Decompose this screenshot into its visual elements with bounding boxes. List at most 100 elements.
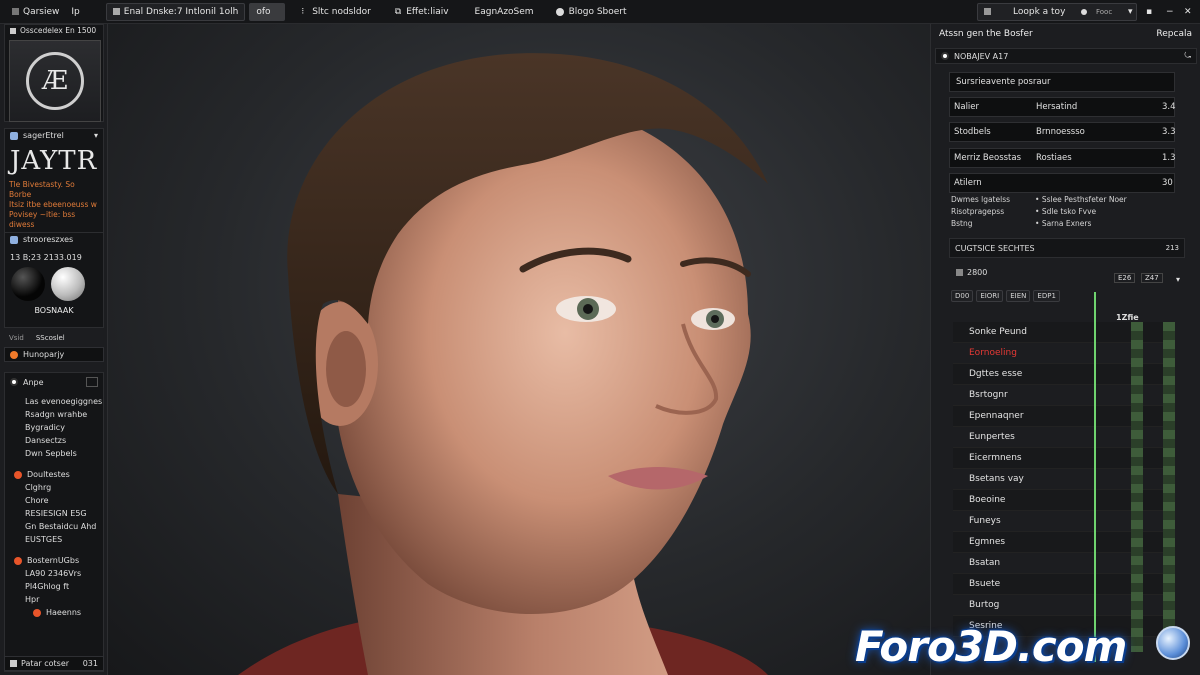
property-row[interactable]: Nalier Hersatind 3.4 xyxy=(949,97,1176,117)
file-tab[interactable]: Enal Dnske:7 Intlonil 1olh xyxy=(105,2,246,21)
right-header: Atssn gen the Bosfer Repcala xyxy=(931,24,1200,44)
materials-value: 13 B;23 2133.019 xyxy=(10,253,82,262)
channel-list: Sonke Peund Eornoeling Dgttes esse Bsrto… xyxy=(931,322,1200,672)
menu-view[interactable]: Qarsiew xyxy=(6,3,65,21)
list-3: LA90 2346Vrs PI4Ghlog ft Hpr Haeenns xyxy=(5,567,103,619)
window-close-icon[interactable]: ✕ xyxy=(1178,3,1198,21)
tab-edp1[interactable]: EDP1 xyxy=(1033,290,1060,302)
timeline-tabs: D00 EIORI EIEN EDP1 xyxy=(951,290,1060,302)
panel-header: Osscedelex En 1500 xyxy=(5,25,103,36)
list-item[interactable]: Bygradicy xyxy=(5,421,103,434)
orange-line-1: Tle Bivestasty. So Borbe xyxy=(9,180,75,199)
dropdown-icon[interactable]: ▾ xyxy=(1128,7,1133,17)
panel-icon xyxy=(10,27,16,34)
app-icon xyxy=(12,8,19,15)
materials-icon xyxy=(10,235,18,244)
list-item[interactable]: Las evenoegiggnes xyxy=(5,395,103,408)
white-sphere[interactable] xyxy=(51,267,85,301)
orange-line-2: Itsiz itbe ebeenoeuss w xyxy=(9,200,97,209)
footer-icon xyxy=(10,660,17,667)
list-item[interactable]: Hpr xyxy=(5,593,103,606)
group-3-button[interactable]: Haeenns xyxy=(5,606,103,619)
menu-ip[interactable]: Ip xyxy=(65,3,85,21)
search-box[interactable]: Loopk a toy Fooc ▾ xyxy=(977,2,1137,21)
tab-eien[interactable]: EIEN xyxy=(1006,290,1031,302)
list-item[interactable]: Dansectzs xyxy=(5,434,103,447)
footer-bar[interactable]: Patar cotser 031 xyxy=(4,656,104,671)
orange-dot-icon xyxy=(10,350,18,359)
file-icon xyxy=(112,8,120,15)
property-row[interactable]: Stodbels Brnnoessso 3.3 xyxy=(949,122,1176,142)
chevron-down-icon: ▾ xyxy=(93,131,98,140)
list-item[interactable]: Clghrg xyxy=(5,481,103,494)
right-panel: Atssn gen the Bosfer Repcala NOBAJEV A17… xyxy=(930,24,1200,675)
keyframe-track[interactable] xyxy=(1131,322,1143,652)
material-spheres xyxy=(5,264,103,304)
list-item[interactable]: PI4Ghlog ft xyxy=(5,580,103,593)
black-sphere[interactable] xyxy=(11,267,45,301)
property-row[interactable]: Atilern 30 xyxy=(949,173,1175,193)
logo-panel: Osscedelex En 1500 Æ xyxy=(4,24,104,122)
frame-field[interactable]: 2800 xyxy=(951,266,992,279)
menu-effect[interactable]: ⧉ Effet:liaiv xyxy=(389,3,455,21)
replace-button[interactable]: Repcala xyxy=(1156,29,1192,39)
portrait-render xyxy=(238,53,768,675)
title-panel: sagerEtrel ▾ JAYTR Tle Bivestasty. So Bor… xyxy=(4,128,104,248)
preset-dropdown[interactable]: sagerEtrel ▾ xyxy=(5,129,103,142)
outliner-panel: Anpe Las evenoegiggnes Rsadgn wrahbe Byg… xyxy=(4,372,104,672)
orange-line-3: Povisey ~itie: bss diwess xyxy=(9,210,76,229)
list-item[interactable]: Rsadgn wrahbe xyxy=(5,408,103,421)
toggle-button[interactable]: Hunoparjy xyxy=(4,347,104,362)
search-scope[interactable]: Fooc xyxy=(1096,8,1112,16)
top-toolbar: Qarsiew Ip Enal Dnske:7 Intlonil 1olh of… xyxy=(0,0,1200,24)
group-2-header[interactable]: Doultestes xyxy=(5,468,103,481)
render-viewport[interactable] xyxy=(108,24,930,675)
bullet-values: • Sslee Pesthsfeter Noer • Sdle tsko Fvv… xyxy=(1035,195,1127,228)
list-item[interactable]: LA90 2346Vrs xyxy=(5,567,103,580)
left-sidebar: Osscedelex En 1500 Æ sagerEtrel ▾ JAYTR T… xyxy=(0,24,108,675)
status-dot-icon xyxy=(1081,8,1087,15)
circle-icon xyxy=(555,7,564,16)
expand-icon[interactable] xyxy=(86,377,98,387)
frame-button-b[interactable]: Z47 xyxy=(1141,273,1163,283)
frame-icon xyxy=(956,269,963,276)
channels-header: CUGTSICE SECHTES 213 xyxy=(949,238,1185,258)
list-item[interactable]: EUSTGES xyxy=(5,533,103,546)
list-item[interactable]: RESIESIGN E5G xyxy=(5,507,103,520)
link-icon[interactable]: ⤿ xyxy=(1184,51,1191,61)
list-item[interactable]: Dwn Sepbels xyxy=(5,447,103,460)
materials-panel: strooreszxes 13 B;23 2133.019 BOSNAAK xyxy=(4,232,104,328)
tab-d00[interactable]: D00 xyxy=(951,290,974,302)
bullet-labels: Dwmes lgatelss Risotpragepss Bstng xyxy=(951,195,1011,228)
playhead-line[interactable] xyxy=(1094,292,1096,662)
frame-button-a[interactable]: E26 xyxy=(1114,273,1136,283)
object-icon xyxy=(941,52,949,60)
mode-toggle[interactable]: ofo xyxy=(249,2,286,21)
menu-design[interactable]: EagnAzoSem xyxy=(465,3,540,21)
list-item[interactable]: Gn Bestaidcu Ahd xyxy=(5,520,103,533)
menu-blog[interactable]: Blogo Sboert xyxy=(550,3,633,21)
chevron-down-icon[interactable]: ▾ xyxy=(1171,273,1185,286)
watermark-logo: Foro3D.com xyxy=(855,622,1127,671)
right-header-title: Atssn gen the Bosfer xyxy=(939,29,1033,39)
search-input[interactable]: Loopk a toy xyxy=(1013,7,1065,17)
material-name: BOSNAAK xyxy=(34,306,74,315)
list-item[interactable]: Chore xyxy=(5,494,103,507)
logo-thumbnail[interactable]: Æ xyxy=(9,40,101,122)
window-minimize-icon[interactable]: − xyxy=(1160,3,1180,21)
keyframe-track[interactable] xyxy=(1163,322,1175,652)
toggle-group: Vsid SScoslel Hunoparjy xyxy=(4,332,104,370)
red-dot-icon xyxy=(14,470,22,479)
materials-header: strooreszxes xyxy=(5,233,103,246)
group-3-header[interactable]: BosternUGbs xyxy=(5,554,103,567)
property-row[interactable]: Merriz Beosstas Rostiaes 1.3 xyxy=(949,148,1176,168)
preset-icon xyxy=(10,131,18,140)
menu-selection[interactable]: ⁝ Sltc nodsldor xyxy=(295,3,376,21)
edit-icon: ⧉ xyxy=(394,6,402,17)
globe-icon xyxy=(1156,626,1190,660)
object-header[interactable]: NOBAJEV A17 ⤿ xyxy=(935,48,1197,64)
tab-eiori[interactable]: EIORI xyxy=(976,290,1004,302)
close-panel-icon[interactable]: ▪ xyxy=(1140,3,1158,21)
list-1: Las evenoegiggnes Rsadgn wrahbe Bygradic… xyxy=(5,395,103,460)
circle-icon xyxy=(10,378,18,386)
